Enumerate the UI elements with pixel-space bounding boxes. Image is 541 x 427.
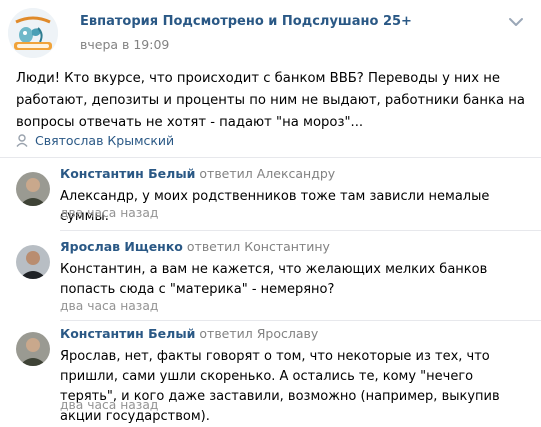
reply-to-link[interactable]: ответил Ярославу [199, 326, 318, 341]
comment-text: Константин, а вам не кажется, что желающ… [60, 262, 488, 297]
post-text: Люди! Кто вкурсе, что происходит с банко… [16, 71, 525, 130]
post-time[interactable]: вчера в 19:09 [80, 37, 169, 52]
author-name[interactable]: Константин Белый [60, 326, 195, 341]
comment-text: Ярослав, нет, факты говорят о том, что н… [60, 349, 500, 424]
comment-author[interactable]: Константин Белый ответил Александру [60, 166, 335, 181]
evpatoria-group-logo-icon [8, 8, 58, 58]
user-avatar-icon [16, 172, 50, 206]
comment-divider [60, 320, 541, 321]
comment-divider [60, 230, 541, 231]
comment: Константин Белый ответил Александру Алекс… [0, 166, 541, 230]
comment-time[interactable]: два часа назад [60, 206, 158, 220]
user-avatar-icon [16, 245, 50, 279]
chevron-down-icon [509, 18, 523, 26]
author-name[interactable]: Ярослав Ищенко [60, 239, 183, 254]
comment-time[interactable]: два часа назад [60, 299, 158, 313]
avatar[interactable] [16, 245, 50, 279]
signer-name[interactable]: Святослав Крымский [35, 133, 174, 148]
post-menu-button[interactable] [505, 14, 527, 30]
avatar[interactable] [16, 332, 50, 366]
group-logo[interactable] [8, 8, 58, 58]
post-signer[interactable]: Святослав Крымский [16, 133, 174, 153]
post-header: Евпатория Подсмотрено и Подслушано 25+ в… [0, 0, 541, 62]
comment-author[interactable]: Константин Белый ответил Ярославу [60, 326, 318, 341]
person-icon [16, 134, 28, 147]
comment-author[interactable]: Ярослав Ищенко ответил Константину [60, 239, 330, 254]
reply-to-link[interactable]: ответил Александру [199, 166, 335, 181]
author-name[interactable]: Константин Белый [60, 166, 195, 181]
post-divider [0, 157, 541, 158]
reply-to-link[interactable]: ответил Константину [187, 239, 330, 254]
comment: Ярослав Ищенко ответил Константину Конста… [0, 239, 541, 323]
comment-time[interactable]: два часа назад [60, 398, 158, 412]
user-avatar-icon [16, 332, 50, 366]
comment: Константин Белый ответил Ярославу Ярослав… [0, 326, 541, 424]
avatar[interactable] [16, 172, 50, 206]
group-name[interactable]: Евпатория Подсмотрено и Подслушано 25+ [80, 14, 412, 29]
